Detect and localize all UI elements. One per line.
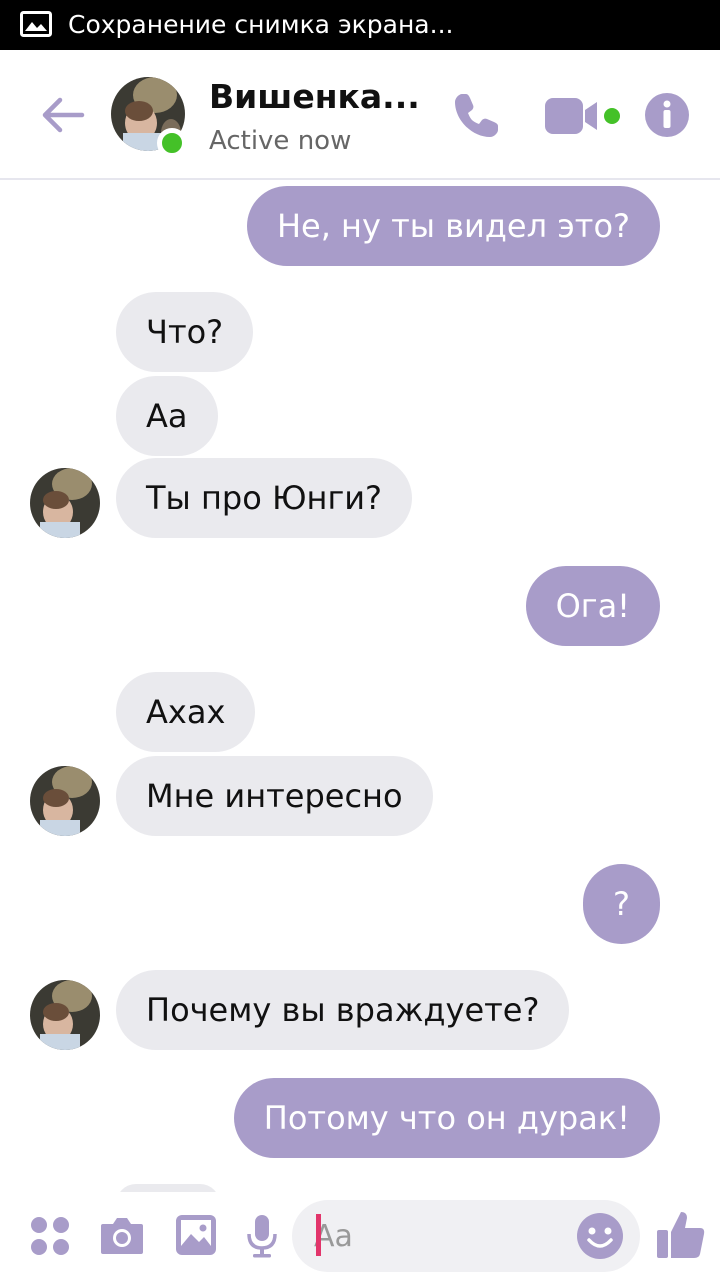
image-icon [20, 11, 52, 37]
message-input[interactable] [314, 1214, 564, 1258]
message-bubble-outgoing[interactable]: Потому что он дурак! [233, 1078, 660, 1158]
emoji-icon[interactable] [576, 1212, 624, 1260]
message-bubble-incoming[interactable]: Мне интересно [116, 756, 433, 836]
message-bubble-incoming[interactable]: Аа [116, 376, 218, 456]
contact-status: Active now [209, 126, 352, 156]
sender-avatar[interactable] [30, 980, 100, 1050]
message-bubble-incoming[interactable]: Почему вы враждуете? [116, 970, 570, 1050]
message-bubble-incoming[interactable]: Ахах [116, 672, 256, 752]
online-indicator [157, 128, 187, 158]
sender-avatar[interactable] [30, 468, 100, 538]
screenshot-notification: Сохранение снимка экрана... [68, 10, 454, 39]
contact-name[interactable]: Вишенка... [209, 76, 420, 118]
message-bubble-incoming[interactable]: Ты про Юнги? [116, 458, 413, 538]
camera-icon[interactable] [99, 1214, 145, 1256]
back-arrow-icon[interactable] [38, 90, 88, 140]
video-camera-icon[interactable] [543, 94, 627, 138]
message-input-container[interactable] [292, 1200, 640, 1272]
message-bubble-outgoing[interactable]: Не, ну ты видел это? [246, 186, 660, 266]
status-bar: Сохранение снимка экрана... [0, 0, 720, 50]
message-bubble-outgoing[interactable]: Ога! [525, 566, 660, 646]
sender-avatar[interactable] [30, 766, 100, 836]
gallery-icon[interactable] [175, 1214, 217, 1256]
chat-header: Вишенка... Active now [0, 50, 720, 180]
message-bubble-outgoing[interactable]: ? [583, 864, 660, 944]
text-caret [316, 1214, 321, 1256]
microphone-icon[interactable] [246, 1214, 278, 1258]
message-bubble-incoming[interactable]: Что? [116, 292, 254, 372]
phone-icon[interactable] [450, 90, 502, 142]
apps-grid-icon[interactable] [30, 1216, 70, 1256]
message-composer [0, 1192, 720, 1280]
info-icon[interactable] [644, 92, 690, 138]
thumbs-up-icon[interactable] [656, 1208, 706, 1260]
